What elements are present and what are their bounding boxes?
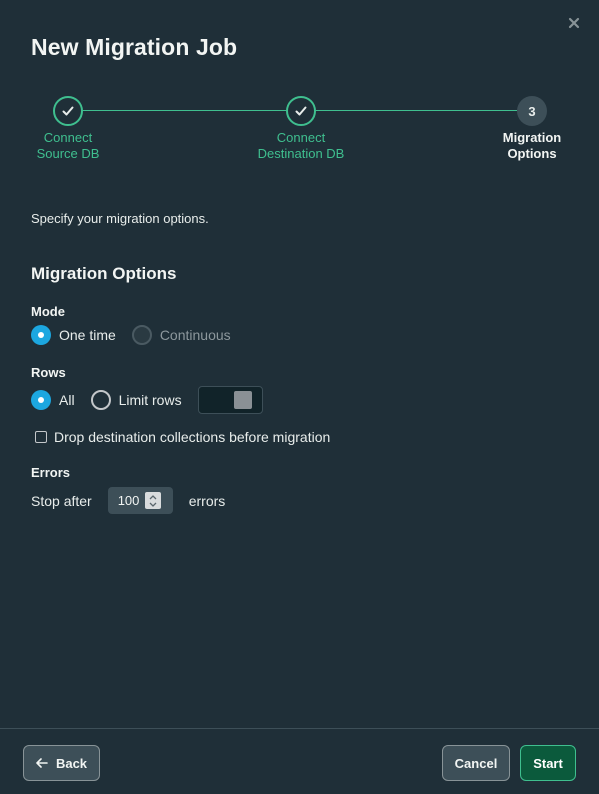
mode-label: Mode: [31, 304, 65, 319]
step-number: 3: [517, 96, 547, 126]
section-title: Migration Options: [31, 264, 177, 283]
radio-indicator: [90, 390, 111, 410]
rows-label: Rows: [31, 365, 66, 380]
limit-rows-input[interactable]: [197, 386, 263, 414]
error-limit-stepper[interactable]: [144, 492, 161, 509]
stop-after-label: Stop after: [31, 492, 92, 509]
radio-indicator: [131, 325, 152, 345]
errors-row: Stop after 100 errors: [31, 487, 225, 514]
intro-text: Specify your migration options.: [31, 211, 209, 226]
mode-continuous-radio[interactable]: Continuous: [131, 325, 231, 345]
wizard-stepper: Connect Source DB Connect Destination DB…: [0, 94, 599, 174]
rows-all-radio[interactable]: All: [31, 390, 75, 410]
drop-collections-label: Drop destination collections before migr…: [54, 429, 331, 445]
step-circle: [53, 96, 83, 126]
step-connect-source: Connect Source DB: [0, 96, 138, 162]
drop-collections-checkbox[interactable]: [35, 431, 47, 443]
dialog-title: New Migration Job: [31, 34, 238, 60]
drop-collections-option: Drop destination collections before migr…: [35, 429, 330, 445]
rows-limit-radio[interactable]: Limit rows: [90, 390, 182, 410]
step-circle: [286, 96, 316, 126]
chevron-updown-icon: [149, 494, 157, 507]
start-button[interactable]: Start: [520, 745, 576, 781]
step-migration-options: 3 Migration Options: [462, 96, 599, 162]
footer-divider: [0, 728, 599, 729]
arrow-left-icon: [36, 758, 48, 768]
mode-one-time-radio[interactable]: One time: [31, 325, 116, 345]
error-limit-input[interactable]: 100: [107, 487, 173, 514]
rows-radio-group: All Limit rows: [31, 386, 263, 414]
checkmark-icon: [295, 106, 307, 116]
back-button[interactable]: Back: [23, 745, 100, 781]
close-button[interactable]: [566, 15, 582, 31]
step-connect-destination: Connect Destination DB: [231, 96, 371, 162]
checkmark-icon: [62, 106, 74, 116]
errors-label: Errors: [31, 465, 71, 480]
step-label: Connect Source DB: [36, 130, 100, 161]
radio-selected-indicator: [31, 325, 51, 345]
step-label: Connect Destination DB: [257, 130, 345, 161]
mode-radio-group: One time Continuous: [31, 325, 247, 345]
cancel-button[interactable]: Cancel: [442, 745, 510, 781]
close-icon: [568, 17, 580, 29]
radio-selected-indicator: [31, 390, 51, 410]
limit-rows-control: [233, 391, 252, 409]
step-label: Migration Options: [502, 130, 562, 161]
error-limit-value: 100: [117, 493, 140, 508]
errors-suffix-label: errors: [188, 492, 226, 509]
